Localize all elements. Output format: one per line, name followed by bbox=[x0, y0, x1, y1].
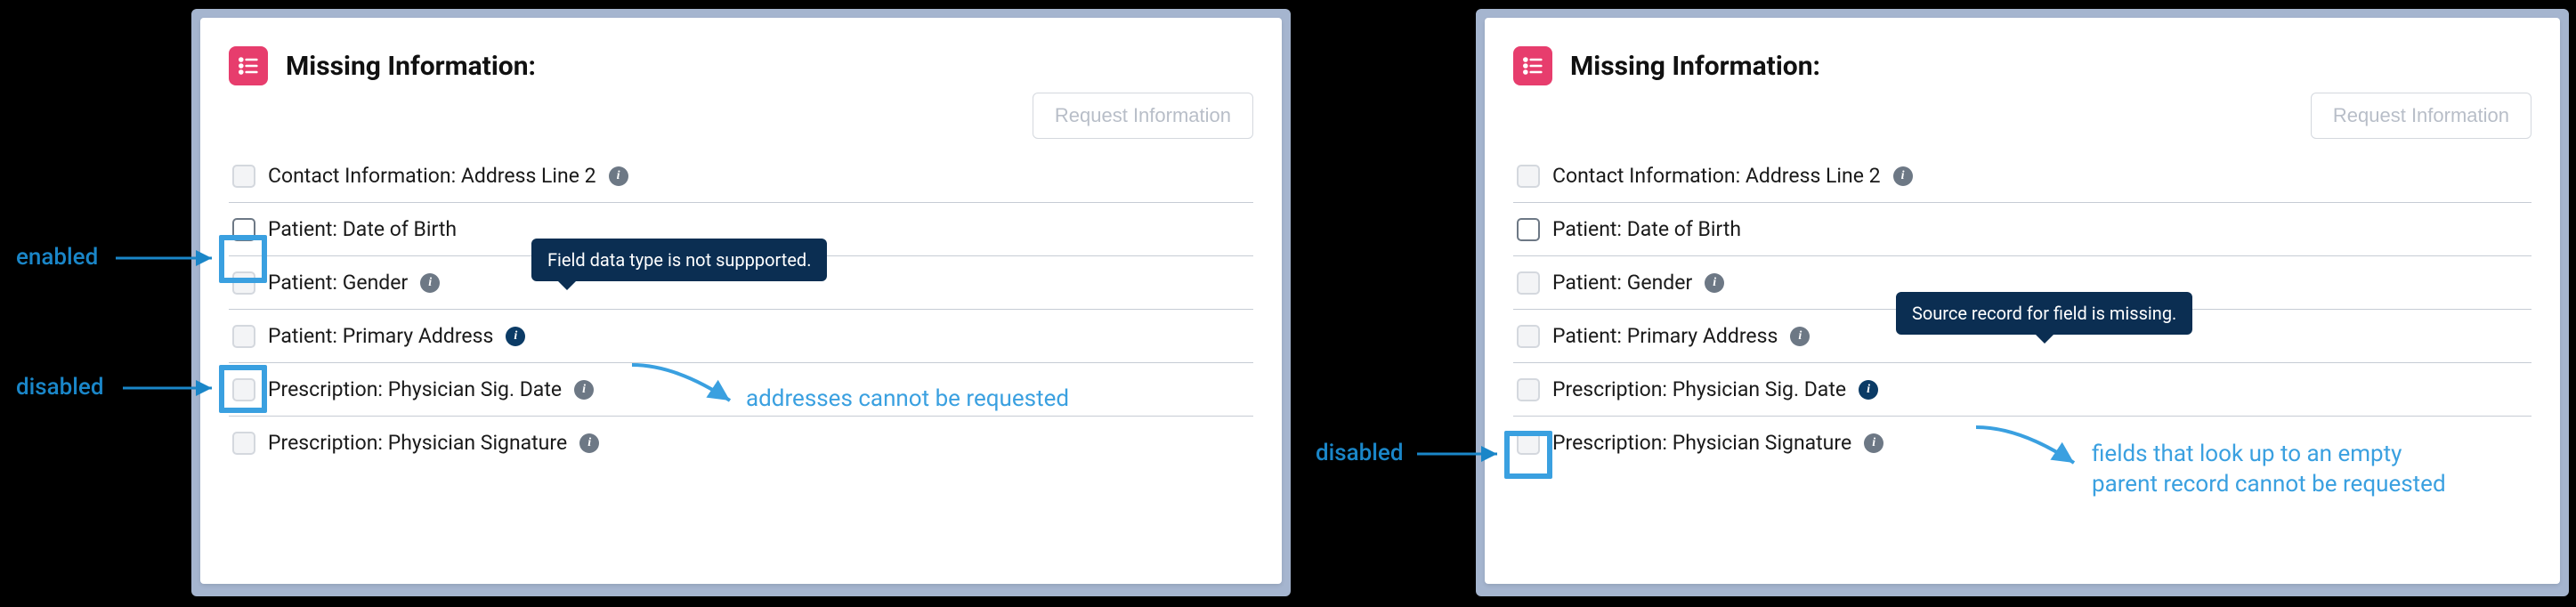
action-row: Request Information bbox=[1513, 93, 2531, 139]
row-label: Patient: Date of Birth bbox=[268, 217, 457, 241]
row-label: Patient: Gender bbox=[268, 271, 408, 295]
info-icon[interactable]: i bbox=[1705, 273, 1724, 293]
info-icon[interactable]: i bbox=[420, 273, 440, 293]
row-checkbox[interactable] bbox=[1517, 165, 1540, 188]
list-item: Prescription: Physician Sig. Date i bbox=[1513, 363, 2531, 417]
request-information-button[interactable]: Request Information bbox=[1033, 93, 1253, 139]
caption-line: parent record cannot be requested bbox=[2092, 471, 2446, 498]
row-label: Prescription: Physician Sig. Date bbox=[268, 377, 562, 401]
info-icon[interactable]: i bbox=[506, 327, 525, 346]
action-row: Request Information bbox=[229, 93, 1253, 139]
info-icon[interactable]: i bbox=[1893, 166, 1913, 186]
missing-info-panel-left: Missing Information: Request Information… bbox=[191, 9, 1291, 596]
caption: fields that look up to an empty parent r… bbox=[2092, 440, 2446, 500]
list-item: Prescription: Physician Signature i bbox=[229, 417, 1253, 469]
row-label: Contact Information: Address Line 2 bbox=[268, 164, 596, 188]
tooltip: Source record for field is missing. bbox=[1896, 292, 2192, 335]
row-checkbox[interactable] bbox=[232, 165, 255, 188]
info-icon[interactable]: i bbox=[1864, 433, 1883, 453]
list-item: Patient: Date of Birth bbox=[1513, 203, 2531, 256]
list-item: Contact Information: Address Line 2 i bbox=[1513, 150, 2531, 203]
list-item: Patient: Primary Address i Source record… bbox=[1513, 310, 2531, 363]
row-label: Prescription: Physician Signature bbox=[1552, 431, 1851, 455]
panel-title: Missing Information: bbox=[286, 51, 536, 82]
request-information-button[interactable]: Request Information bbox=[2311, 93, 2531, 139]
missing-info-panel-right: Missing Information: Request Information… bbox=[1476, 9, 2569, 596]
info-icon[interactable]: i bbox=[579, 433, 599, 453]
row-checkbox[interactable] bbox=[232, 271, 255, 295]
list-item: Patient: Gender i Field data type is not… bbox=[229, 256, 1253, 310]
row-checkbox[interactable] bbox=[232, 378, 255, 401]
list-item: Prescription: Physician Sig. Date i bbox=[229, 363, 1253, 417]
tooltip-text: Source record for field is missing. bbox=[1912, 303, 2176, 324]
list-icon bbox=[1513, 46, 1552, 85]
panel-header: Missing Information: bbox=[1513, 46, 2531, 85]
row-label: Patient: Date of Birth bbox=[1552, 217, 1741, 241]
row-checkbox[interactable] bbox=[1517, 218, 1540, 241]
tooltip-text: Field data type is not suppported. bbox=[547, 249, 811, 271]
info-icon[interactable]: i bbox=[1859, 380, 1878, 400]
callout-disabled: disabled bbox=[16, 374, 104, 401]
tooltip: Field data type is not suppported. bbox=[531, 239, 827, 281]
row-label: Prescription: Physician Sig. Date bbox=[1552, 377, 1846, 401]
row-checkbox[interactable] bbox=[1517, 378, 1540, 401]
list-icon bbox=[229, 46, 268, 85]
info-icon[interactable]: i bbox=[1790, 327, 1810, 346]
caption: addresses cannot be requested bbox=[746, 384, 1069, 415]
row-checkbox[interactable] bbox=[232, 218, 255, 241]
panel-title: Missing Information: bbox=[1570, 51, 1820, 82]
row-label: Contact Information: Address Line 2 bbox=[1552, 164, 1881, 188]
row-label: Patient: Gender bbox=[1552, 271, 1692, 295]
row-checkbox[interactable] bbox=[1517, 432, 1540, 455]
row-label: Patient: Primary Address bbox=[268, 324, 493, 348]
callout-enabled: enabled bbox=[16, 244, 98, 271]
row-label: Prescription: Physician Signature bbox=[268, 431, 567, 455]
info-icon[interactable]: i bbox=[574, 380, 594, 400]
row-checkbox[interactable] bbox=[1517, 325, 1540, 348]
panel-body: Missing Information: Request Information… bbox=[200, 18, 1282, 584]
row-checkbox[interactable] bbox=[1517, 271, 1540, 295]
list-item: Contact Information: Address Line 2 i bbox=[229, 150, 1253, 203]
panel-header: Missing Information: bbox=[229, 46, 1253, 85]
row-checkbox[interactable] bbox=[232, 325, 255, 348]
row-label: Patient: Primary Address bbox=[1552, 324, 1778, 348]
info-icon[interactable]: i bbox=[609, 166, 628, 186]
row-checkbox[interactable] bbox=[232, 432, 255, 455]
caption-line: fields that look up to an empty bbox=[2092, 441, 2402, 467]
list-item: Patient: Primary Address i bbox=[229, 310, 1253, 363]
callout-disabled: disabled bbox=[1316, 440, 1404, 466]
